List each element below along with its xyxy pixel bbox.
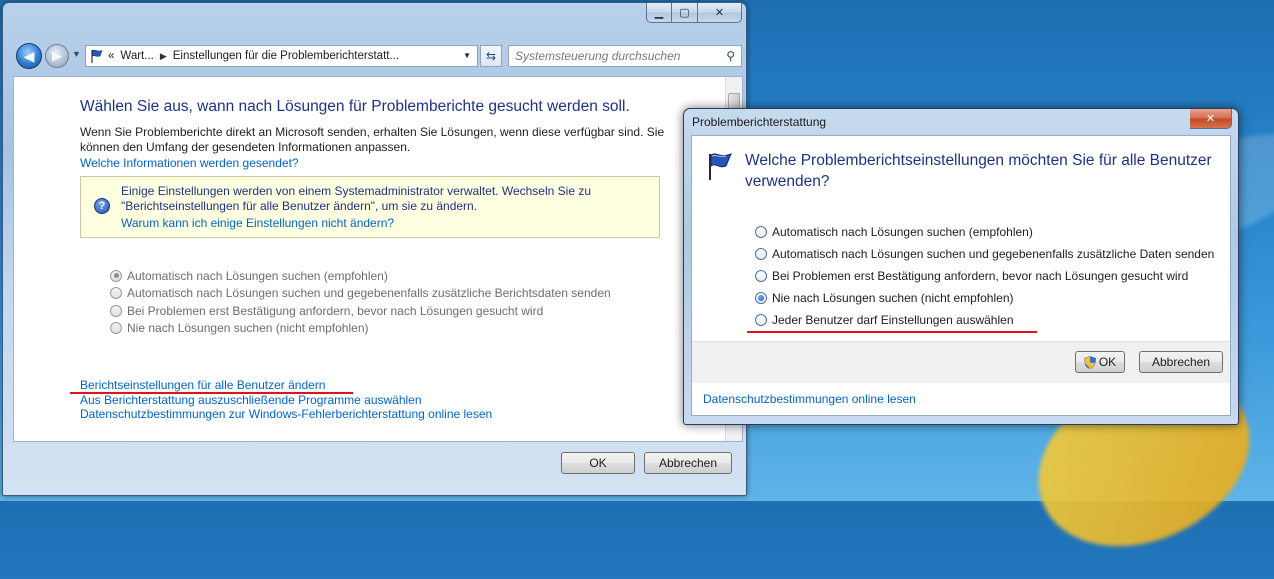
search-input[interactable] [509, 46, 709, 66]
minimize-button[interactable]: ▁ [646, 3, 672, 23]
radio-button [110, 287, 122, 300]
radio-button [110, 322, 122, 335]
info-sent-link[interactable]: Welche Informationen werden gesendet? [80, 156, 299, 170]
privacy-statement-link[interactable]: Datenschutzbestimmungen zur Windows-Fehl… [80, 407, 492, 421]
ok-button[interactable]: OK [561, 452, 635, 474]
close-icon: ✕ [1205, 113, 1216, 125]
uac-shield-icon [1084, 355, 1096, 369]
option-label[interactable]: Nie nach Lösungen suchen (nicht empfohle… [772, 291, 1014, 305]
radio-button[interactable] [755, 314, 767, 326]
breadcrumb-item[interactable]: Einstellungen für die Problemberichterst… [173, 50, 399, 62]
search-icon[interactable]: ⚲ [726, 49, 735, 63]
page-description: Wenn Sie Problemberichte direkt an Micro… [80, 125, 665, 154]
radio-button[interactable] [755, 270, 767, 282]
back-button[interactable]: ◀ [16, 43, 42, 69]
annotation-underline [70, 392, 353, 394]
refresh-button[interactable]: ⇆ [480, 45, 502, 67]
admin-notice-text: Einige Einstellungen werden von einem Sy… [121, 184, 592, 213]
option-label: Nie nach Lösungen suchen (nicht empfohle… [127, 321, 369, 336]
arrow-left-icon: ◀ [23, 47, 35, 64]
option-label[interactable]: Automatisch nach Lösungen suchen und geg… [772, 247, 1214, 261]
breadcrumb-item[interactable]: Wart... [120, 50, 153, 62]
change-settings-all-users-link[interactable]: Berichtseinstellungen für alle Benutzer … [80, 378, 325, 392]
radio-button-selected[interactable] [755, 292, 767, 304]
dlg-option-ask-first[interactable]: Bei Problemen erst Bestätigung anfordern… [755, 265, 1214, 287]
option-label[interactable]: Jeder Benutzer darf Einstellungen auswäh… [772, 313, 1014, 327]
dialog-close-button[interactable]: ✕ [1190, 109, 1232, 129]
dlg-option-never-check[interactable]: Nie nach Lösungen suchen (nicht empfohle… [755, 287, 1214, 309]
main-options-group: Automatisch nach Lösungen suchen (empfoh… [110, 267, 611, 337]
why-cant-change-link[interactable]: Warum kann ich einige Einstellungen nich… [121, 216, 394, 230]
action-center-flag-icon [91, 49, 103, 63]
dialog-heading: Welche Problemberichtseinstellungen möch… [745, 152, 1212, 190]
option-auto-solutions-extra-data: Automatisch nach Lösungen suchen und geg… [110, 285, 611, 303]
dlg-option-each-user-choose[interactable]: Jeder Benutzer darf Einstellungen auswäh… [755, 309, 1214, 331]
help-question-icon: ? [94, 198, 110, 214]
maximize-button[interactable]: ▢ [672, 3, 698, 23]
navigation-bar: ◀ ▶ ▼ « Wart... ▶ Einstellungen für die … [13, 43, 743, 69]
option-label: Automatisch nach Lösungen suchen (empfoh… [127, 268, 388, 283]
dialog-options-group: Automatisch nach Lösungen suchen (empfoh… [755, 221, 1214, 331]
option-label: Automatisch nach Lösungen suchen und geg… [127, 286, 611, 301]
dialog-cancel-button[interactable]: Abbrechen [1139, 351, 1223, 373]
arrow-right-icon: ▶ [52, 48, 62, 63]
option-label[interactable]: Automatisch nach Lösungen suchen (empfoh… [772, 225, 1033, 239]
admin-notice: ? Einige Einstellungen werden von einem … [80, 176, 660, 238]
search-box[interactable]: ⚲ [508, 45, 742, 67]
radio-button [110, 269, 122, 282]
refresh-icon: ⇆ [485, 49, 497, 63]
dialog-ok-button[interactable]: OK [1075, 351, 1125, 373]
dlg-option-auto-solutions[interactable]: Automatisch nach Lösungen suchen (empfoh… [755, 221, 1214, 243]
recent-pages-dropdown[interactable]: ▼ [72, 49, 81, 59]
action-center-flag-icon [709, 153, 732, 180]
option-label[interactable]: Bei Problemen erst Bestätigung anfordern… [772, 269, 1188, 283]
address-bar[interactable]: « Wart... ▶ Einstellungen für die Proble… [85, 45, 478, 67]
option-label: Bei Problemen erst Bestätigung anfordern… [127, 303, 544, 318]
page-title: Wählen Sie aus, wann nach Lösungen für P… [80, 98, 630, 115]
forward-button[interactable]: ▶ [45, 44, 69, 68]
radio-button[interactable] [755, 248, 767, 260]
breadcrumb-overflow[interactable]: « [108, 50, 114, 62]
option-auto-solutions: Automatisch nach Lösungen suchen (empfoh… [110, 267, 611, 285]
radio-button[interactable] [755, 226, 767, 238]
problem-reporting-dialog: Problemberichterstattung ✕ Welche Proble… [683, 108, 1239, 425]
option-ask-first: Bei Problemen erst Bestätigung anfordern… [110, 302, 611, 320]
dialog-button-bar: OK Abbrechen [692, 341, 1230, 383]
control-panel-window: ▁ ▢ ✕ ◀ ▶ ▼ « Wart... ▶ Einstellungen fü… [2, 2, 747, 496]
window-caption-buttons: ▁ ▢ ✕ [646, 3, 742, 23]
option-never-check: Nie nach Lösungen suchen (nicht empfohle… [110, 320, 611, 338]
annotation-underline [747, 331, 1037, 333]
dialog-privacy-link[interactable]: Datenschutzbestimmungen online lesen [703, 392, 916, 406]
dialog-title: Problemberichterstattung [692, 115, 827, 129]
main-content: Wählen Sie aus, wann nach Lösungen für P… [13, 76, 743, 442]
chevron-right-icon[interactable]: ▶ [160, 51, 167, 62]
dialog-body: Welche Problemberichtseinstellungen möch… [691, 135, 1231, 416]
task-links: Berichtseinstellungen für alle Benutzer … [80, 378, 492, 422]
chevron-down-icon[interactable]: ▼ [463, 51, 471, 60]
cancel-button[interactable]: Abbrechen [644, 452, 732, 474]
close-button[interactable]: ✕ [698, 3, 742, 23]
radio-button [110, 304, 122, 317]
exclude-programs-link[interactable]: Aus Berichterstattung auszuschließende P… [80, 393, 422, 407]
dlg-option-auto-solutions-extra-data[interactable]: Automatisch nach Lösungen suchen und geg… [755, 243, 1214, 265]
dialog-ok-label[interactable]: OK [1099, 355, 1116, 369]
